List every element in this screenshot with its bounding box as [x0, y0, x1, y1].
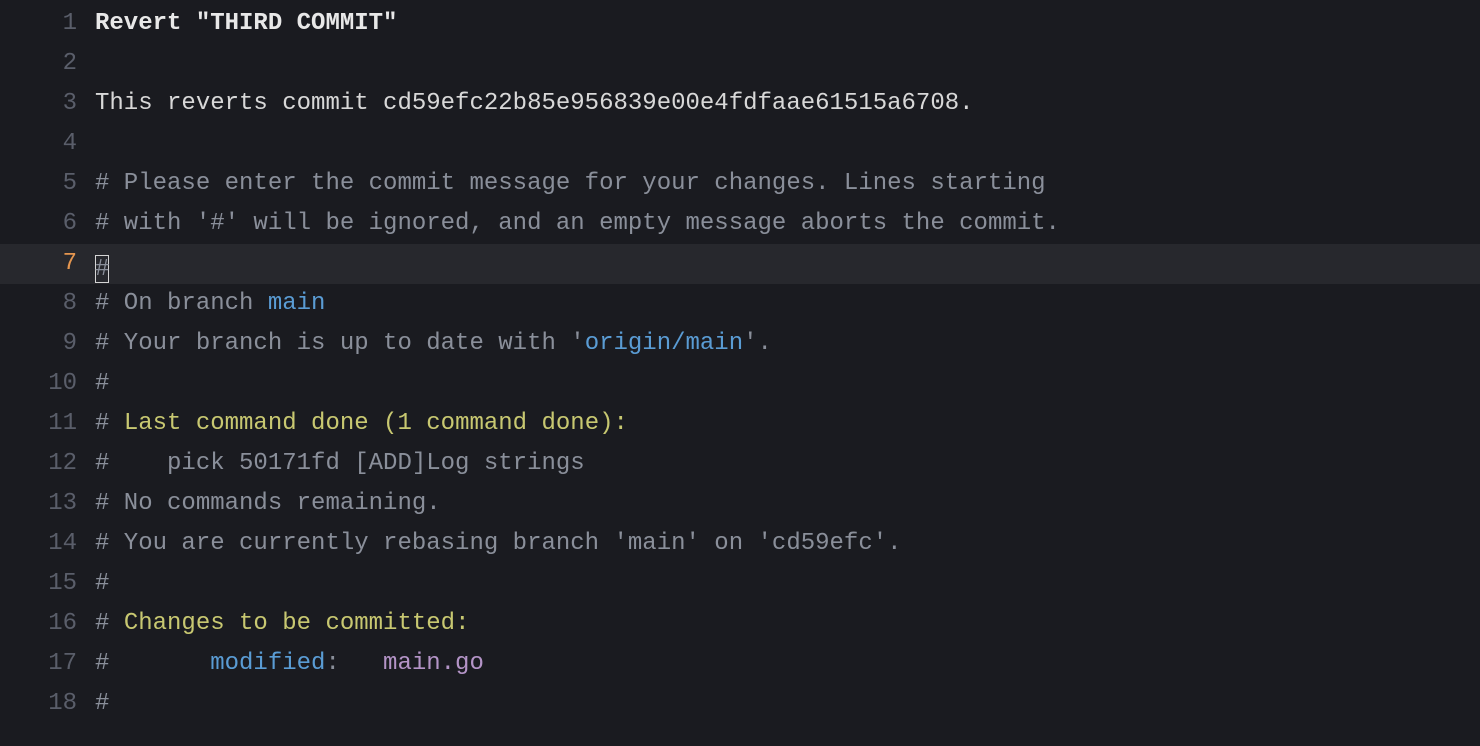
- editor-line[interactable]: 13 # No commands remaining.: [0, 484, 1480, 524]
- line-number: 12: [0, 444, 95, 484]
- editor-line[interactable]: 6 # with '#' will be ignored, and an emp…: [0, 204, 1480, 244]
- line-number: 4: [0, 124, 95, 164]
- editor-line[interactable]: 15 #: [0, 564, 1480, 604]
- commit-body: This reverts commit cd59efc22b85e956839e…: [95, 90, 974, 117]
- comment-text: #: [95, 370, 109, 397]
- line-content: # On branch main: [95, 284, 1480, 324]
- comment-text: # You are currently rebasing branch 'mai…: [95, 530, 902, 557]
- line-content: # Please enter the commit message for yo…: [95, 164, 1480, 204]
- editor-line[interactable]: 17 # modified: main.go: [0, 644, 1480, 684]
- line-number: 5: [0, 164, 95, 204]
- cursor-icon: [95, 255, 109, 283]
- section-header: Last command done (1 command done):: [124, 410, 628, 437]
- editor-line[interactable]: 18 #: [0, 684, 1480, 724]
- line-number: 7: [0, 244, 95, 284]
- line-number: 13: [0, 484, 95, 524]
- line-content: # Changes to be committed:: [95, 604, 1480, 644]
- editor-line[interactable]: 10 #: [0, 364, 1480, 404]
- line-content: #: [95, 684, 1480, 724]
- line-content: # You are currently rebasing branch 'mai…: [95, 524, 1480, 564]
- line-number: 6: [0, 204, 95, 244]
- line-number: 18: [0, 684, 95, 724]
- line-content: # modified: main.go: [95, 644, 1480, 684]
- line-content: # pick 50171fd [ADD]Log strings: [95, 444, 1480, 484]
- editor-line[interactable]: 11 # Last command done (1 command done):: [0, 404, 1480, 444]
- comment-text: # Your branch is up to date with ': [95, 330, 585, 357]
- line-number: 8: [0, 284, 95, 324]
- remote-branch-name: origin/main: [585, 330, 743, 357]
- line-number: 9: [0, 324, 95, 364]
- line-content: #: [95, 364, 1480, 404]
- editor-line[interactable]: 12 # pick 50171fd [ADD]Log strings: [0, 444, 1480, 484]
- changed-file: main.go: [383, 650, 484, 677]
- comment-text: #: [95, 570, 109, 597]
- editor-line[interactable]: 4: [0, 124, 1480, 164]
- editor-line-current[interactable]: 7: [0, 244, 1480, 284]
- line-number: 10: [0, 364, 95, 404]
- line-number: 3: [0, 84, 95, 124]
- line-content: Revert "THIRD COMMIT": [95, 4, 1480, 44]
- line-number: 17: [0, 644, 95, 684]
- change-type: modified: [210, 650, 325, 677]
- line-content: [95, 244, 1480, 284]
- section-header: Changes to be committed:: [124, 610, 470, 637]
- editor-line[interactable]: 3 This reverts commit cd59efc22b85e95683…: [0, 84, 1480, 124]
- line-content: This reverts commit cd59efc22b85e956839e…: [95, 84, 1480, 124]
- comment-text: # with '#' will be ignored, and an empty…: [95, 210, 1060, 237]
- editor-line[interactable]: 2: [0, 44, 1480, 84]
- editor-line[interactable]: 8 # On branch main: [0, 284, 1480, 324]
- comment-text: # pick 50171fd [ADD]Log strings: [95, 450, 585, 477]
- commit-subject: Revert "THIRD COMMIT": [95, 10, 397, 37]
- line-content: #: [95, 564, 1480, 604]
- comment-text: # No commands remaining.: [95, 490, 441, 517]
- line-number: 11: [0, 404, 95, 444]
- line-content: # Your branch is up to date with 'origin…: [95, 324, 1480, 364]
- editor-line[interactable]: 1 Revert "THIRD COMMIT": [0, 4, 1480, 44]
- line-number: 2: [0, 44, 95, 84]
- line-number: 15: [0, 564, 95, 604]
- line-content: # Last command done (1 command done):: [95, 404, 1480, 444]
- editor-line[interactable]: 16 # Changes to be committed:: [0, 604, 1480, 644]
- branch-name: main: [268, 290, 326, 317]
- line-number: 14: [0, 524, 95, 564]
- comment-text: # Please enter the commit message for yo…: [95, 170, 1046, 197]
- comment-text: #: [95, 690, 109, 717]
- editor-line[interactable]: 9 # Your branch is up to date with 'orig…: [0, 324, 1480, 364]
- editor-line[interactable]: 14 # You are currently rebasing branch '…: [0, 524, 1480, 564]
- line-content: # with '#' will be ignored, and an empty…: [95, 204, 1480, 244]
- editor-line[interactable]: 5 # Please enter the commit message for …: [0, 164, 1480, 204]
- comment-text: # On branch: [95, 290, 268, 317]
- line-number: 1: [0, 4, 95, 44]
- code-editor[interactable]: 1 Revert "THIRD COMMIT" 2 3 This reverts…: [0, 4, 1480, 746]
- line-content: # No commands remaining.: [95, 484, 1480, 524]
- line-number: 16: [0, 604, 95, 644]
